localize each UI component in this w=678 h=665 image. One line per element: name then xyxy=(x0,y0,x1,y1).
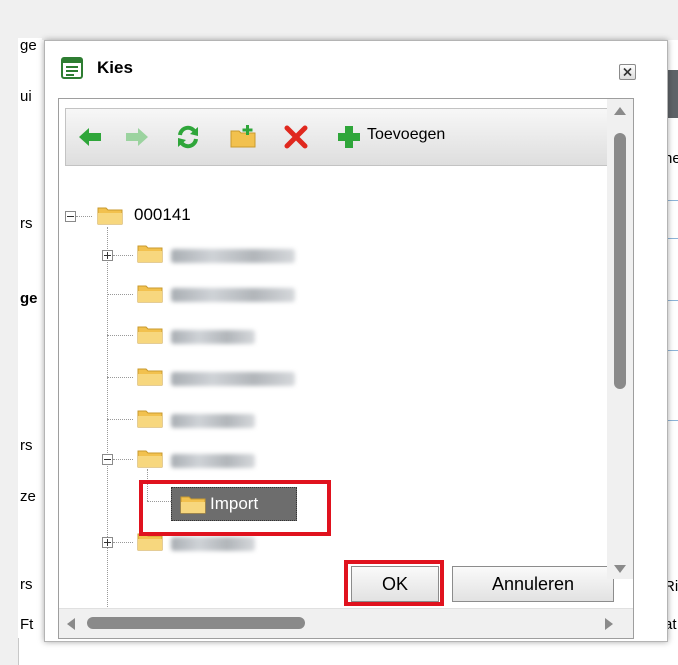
tree-connector xyxy=(76,216,92,217)
bg-fragment: rs xyxy=(20,576,33,593)
tree-connector xyxy=(107,377,133,378)
toolbar: Toevoegen xyxy=(65,108,627,166)
bg-fragment: ze xyxy=(20,488,36,505)
expand-toggle[interactable] xyxy=(102,250,113,261)
bg-fragment: ge xyxy=(20,290,38,307)
blurred-folder-name[interactable] xyxy=(171,454,255,468)
horizontal-scroll-thumb[interactable] xyxy=(87,617,305,629)
scroll-down-icon[interactable] xyxy=(614,565,626,573)
refresh-icon[interactable] xyxy=(174,123,202,151)
folder-icon xyxy=(137,450,163,468)
horizontal-scrollbar[interactable] xyxy=(59,608,633,638)
folder-icon xyxy=(137,368,163,386)
folder-icon xyxy=(137,285,163,303)
tree-connector xyxy=(107,294,133,295)
choose-dialog: Kies Toevoegen 000141 Import OK Annulere… xyxy=(44,40,668,642)
add-button-label: Toevoegen xyxy=(367,126,446,143)
folder-icon xyxy=(137,245,163,263)
tree-connector xyxy=(113,459,133,460)
dialog-window-icon xyxy=(61,57,83,79)
vertical-scrollbar[interactable] xyxy=(607,99,633,579)
blurred-folder-name[interactable] xyxy=(171,288,295,302)
dialog-content: Toevoegen 000141 Import OK Annuleren xyxy=(58,98,634,639)
add-button[interactable]: Toevoegen xyxy=(330,117,510,157)
tree-connector xyxy=(107,227,108,607)
bg-fragment: ge xyxy=(20,37,37,54)
tree-connector xyxy=(107,335,133,336)
cancel-button[interactable]: Annuleren xyxy=(452,566,614,602)
close-icon xyxy=(623,67,632,77)
new-folder-icon[interactable] xyxy=(229,123,257,151)
highlight-box xyxy=(344,560,444,606)
tree-connector xyxy=(107,419,133,420)
scroll-right-icon[interactable] xyxy=(605,618,613,630)
tree-connector xyxy=(113,255,133,256)
blurred-folder-name[interactable] xyxy=(171,249,295,263)
collapse-toggle[interactable] xyxy=(65,211,76,222)
add-icon xyxy=(338,126,360,148)
bg-fragment: rs xyxy=(20,437,33,454)
folder-icon xyxy=(137,326,163,344)
blurred-folder-name[interactable] xyxy=(171,330,255,344)
bg-fragment: rs xyxy=(20,215,33,232)
close-button[interactable] xyxy=(619,64,636,80)
arrow-left-icon[interactable] xyxy=(76,123,104,151)
blurred-folder-name[interactable] xyxy=(171,372,295,386)
highlight-box xyxy=(139,480,331,536)
folder-icon xyxy=(97,207,123,225)
scroll-up-icon[interactable] xyxy=(614,107,626,115)
dialog-title: Kies xyxy=(97,58,133,77)
tree-connector xyxy=(113,542,133,543)
bg-fragment: ui xyxy=(20,88,32,105)
bg-fragment: Ft xyxy=(20,616,34,633)
background-left-strip xyxy=(18,38,42,638)
arrow-right-icon[interactable] xyxy=(123,123,151,151)
blurred-folder-name[interactable] xyxy=(171,537,255,551)
vertical-scroll-thumb[interactable] xyxy=(614,133,626,389)
collapse-toggle[interactable] xyxy=(102,454,113,465)
scroll-left-icon[interactable] xyxy=(67,618,75,630)
tree-node-root[interactable]: 000141 xyxy=(134,205,191,225)
expand-toggle[interactable] xyxy=(102,537,113,548)
folder-icon xyxy=(137,410,163,428)
delete-icon[interactable] xyxy=(282,123,310,151)
blurred-folder-name[interactable] xyxy=(171,414,255,428)
